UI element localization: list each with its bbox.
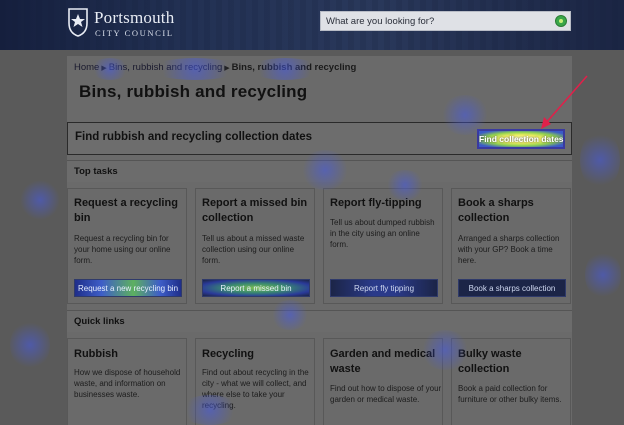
- annotation-arrow-icon: [541, 75, 588, 129]
- breadcrumb-current: Bins, rubbish and recycling: [231, 62, 357, 73]
- quick-link-title[interactable]: Rubbish: [74, 347, 186, 362]
- find-collection-dates-button[interactable]: Find collection dates: [477, 129, 565, 149]
- crest-icon: [68, 8, 88, 37]
- breadcrumb-separator-icon: ▶: [224, 65, 230, 72]
- task-card-desc: Arranged a sharps collection with your G…: [458, 234, 560, 265]
- task-card-desc: Request a recycling bin for your home us…: [74, 234, 171, 265]
- find-collection-heading: Find rubbish and recycling collection da…: [75, 131, 313, 143]
- top-tasks-header: Top tasks: [67, 160, 572, 182]
- task-card-title: Book a sharps collection: [458, 197, 534, 224]
- search-icon[interactable]: [555, 15, 567, 27]
- find-collection-panel: Find rubbish and recycling collection da…: [67, 122, 572, 155]
- site-header: Portsmouth CITY COUNCIL: [0, 0, 624, 50]
- task-card-sharps: Book a sharps collection Arranged a shar…: [451, 188, 571, 304]
- task-card-missed-bin: Report a missed bin collection Tell us a…: [195, 188, 315, 304]
- quick-link-desc: How we dispose of household waste, and i…: [74, 368, 181, 399]
- page-title: Bins, rubbish and recycling: [79, 82, 308, 101]
- quick-link-title[interactable]: Bulky waste collection: [458, 347, 570, 377]
- breadcrumb-home[interactable]: Home: [74, 62, 99, 73]
- quick-links-header: Quick links: [67, 310, 572, 332]
- quick-link-desc: Find out how to dispose of your garden o…: [330, 384, 442, 404]
- top-tasks-heading: Top tasks: [74, 166, 118, 177]
- request-recycling-bin-button[interactable]: Request a new recycling bin: [74, 279, 182, 297]
- council-logo[interactable]: Portsmouth CITY COUNCIL: [67, 7, 197, 41]
- quick-link-bulky-waste[interactable]: Bulky waste collection Book a paid colle…: [451, 338, 571, 425]
- task-card-desc: Tell us about dumped rubbish in the city…: [330, 218, 435, 249]
- quick-link-desc: Book a paid collection for furniture or …: [458, 384, 562, 404]
- breadcrumb-bins[interactable]: Bins, rubbish and recycling: [109, 62, 223, 73]
- main-content: Home ▶ Bins, rubbish and recycling ▶ Bins, r…: [67, 56, 572, 425]
- report-missed-bin-button[interactable]: Report a missed bin: [202, 279, 310, 297]
- search-bar: [320, 11, 571, 31]
- breadcrumb-separator-icon: ▶: [101, 65, 107, 72]
- task-card-recycling-bin: Request a recycling bin Request a recycl…: [67, 188, 187, 304]
- quick-link-garden-medical[interactable]: Garden and medical waste Find out how to…: [323, 338, 443, 425]
- logo-subtitle: CITY COUNCIL: [95, 28, 174, 38]
- quick-links-heading: Quick links: [74, 316, 125, 327]
- logo-name: Portsmouth: [94, 8, 175, 27]
- quick-link-recycling[interactable]: Recycling Find out about recycling in th…: [195, 338, 315, 425]
- task-card-desc: Tell us about a missed waste collection …: [202, 234, 305, 265]
- search-input[interactable]: [321, 12, 553, 30]
- task-card-fly-tipping: Report fly-tipping Tell us about dumped …: [323, 188, 443, 304]
- quick-link-desc: Find out about recycling in the city - w…: [202, 368, 309, 410]
- quick-link-title[interactable]: Garden and medical waste: [330, 347, 442, 377]
- book-sharps-collection-button[interactable]: Book a sharps collection: [458, 279, 566, 297]
- task-card-title: Report fly-tipping: [330, 197, 422, 209]
- task-card-title: Report a missed bin collection: [202, 197, 308, 224]
- breadcrumb: Home ▶ Bins, rubbish and recycling ▶ Bins, r…: [74, 62, 356, 73]
- quick-link-rubbish[interactable]: Rubbish How we dispose of household wast…: [67, 338, 187, 425]
- quick-link-title[interactable]: Recycling: [202, 347, 314, 362]
- task-card-title: Request a recycling bin: [74, 197, 178, 224]
- report-fly-tipping-button[interactable]: Report fly tipping: [330, 279, 438, 297]
